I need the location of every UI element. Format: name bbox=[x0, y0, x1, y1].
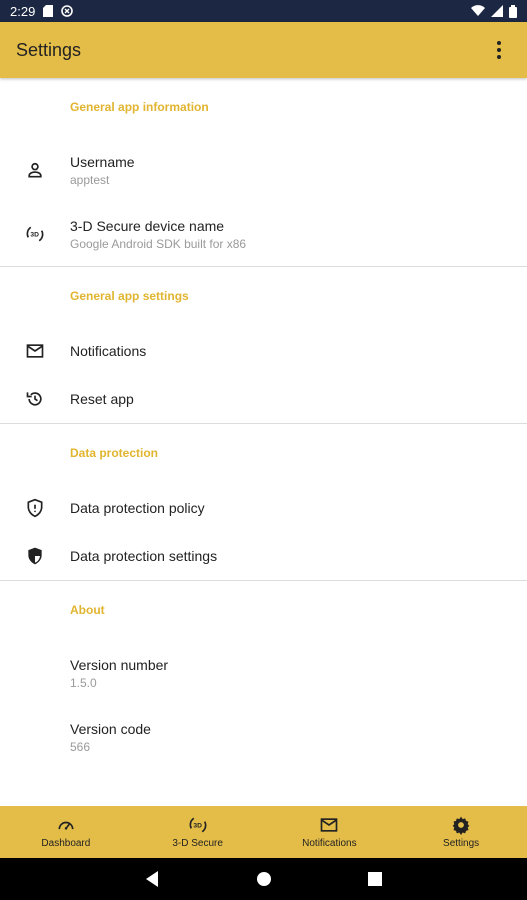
setting-value: apptest bbox=[70, 172, 110, 187]
speedometer-icon bbox=[58, 821, 74, 830]
setting-value: 566 bbox=[70, 739, 91, 754]
wifi-icon bbox=[471, 5, 485, 17]
data-saver-icon bbox=[61, 5, 74, 17]
setting-data-protection-policy[interactable]: Data protection policy bbox=[0, 484, 527, 532]
nav-label: 3-D Secure bbox=[172, 838, 223, 849]
battery-icon bbox=[509, 4, 517, 18]
nav-notifications[interactable]: Notifications bbox=[264, 806, 396, 858]
setting-label: Reset app bbox=[70, 391, 134, 407]
setting-label: 3-D Secure device name bbox=[70, 217, 225, 234]
svg-text:3D: 3D bbox=[193, 823, 202, 830]
back-icon[interactable] bbox=[145, 871, 160, 887]
status-time: 2:29 bbox=[10, 3, 36, 19]
setting-value: 1.5.0 bbox=[70, 675, 97, 690]
setting-version-code: Version code 566 bbox=[0, 705, 527, 769]
setting-label: Username bbox=[70, 153, 135, 170]
signal-icon bbox=[491, 5, 503, 17]
overflow-menu-icon[interactable] bbox=[487, 38, 511, 62]
recents-icon[interactable] bbox=[367, 872, 382, 886]
system-navigation-bar bbox=[0, 858, 527, 900]
nav-dashboard[interactable]: Dashboard bbox=[0, 806, 132, 858]
bottom-navigation: Dashboard 3D 3-D Secure Notifications Se… bbox=[0, 806, 527, 858]
mail-icon bbox=[0, 341, 70, 361]
setting-reset-app[interactable]: Reset app bbox=[0, 375, 527, 423]
gear-icon bbox=[452, 816, 470, 835]
sd-card-icon bbox=[43, 5, 54, 17]
person-icon bbox=[0, 160, 70, 180]
status-bar: 2:29 bbox=[0, 0, 527, 22]
setting-label: Data protection policy bbox=[70, 500, 205, 516]
nav-label: Notifications bbox=[302, 838, 357, 849]
shield-outline-icon bbox=[0, 498, 70, 518]
settings-list: General app information Username apptest… bbox=[0, 78, 527, 806]
svg-text:3D: 3D bbox=[30, 232, 39, 239]
section-header-general-info: General app information bbox=[70, 100, 209, 114]
reset-icon bbox=[0, 389, 70, 409]
page-title: Settings bbox=[16, 39, 82, 60]
mail-icon bbox=[321, 818, 338, 832]
setting-label: Data protection settings bbox=[70, 548, 218, 564]
app-bar: Settings bbox=[0, 22, 527, 78]
nav-settings[interactable]: Settings bbox=[395, 806, 527, 858]
nav-3d-secure[interactable]: 3D 3-D Secure bbox=[132, 806, 264, 858]
3d-secure-icon: 3D bbox=[189, 817, 207, 833]
home-icon[interactable] bbox=[256, 871, 272, 887]
nav-label: Dashboard bbox=[41, 838, 91, 849]
section-header-general-settings: General app settings bbox=[70, 289, 189, 303]
setting-version-number: Version number 1.5.0 bbox=[0, 641, 527, 705]
setting-notifications[interactable]: Notifications bbox=[0, 327, 527, 375]
section-header-about: About bbox=[70, 603, 105, 617]
nav-label: Settings bbox=[443, 838, 480, 849]
setting-label: Version number bbox=[70, 656, 169, 673]
setting-label: Version code bbox=[70, 720, 151, 737]
setting-3d-secure-device-name[interactable]: 3D 3-D Secure device name Google Android… bbox=[0, 202, 527, 266]
section-header-data-protection: Data protection bbox=[70, 446, 159, 460]
setting-username[interactable]: Username apptest bbox=[0, 138, 527, 202]
setting-value: Google Android SDK built for x86 bbox=[70, 236, 247, 251]
shield-filled-icon bbox=[0, 546, 70, 566]
setting-label: Notifications bbox=[70, 343, 147, 359]
3d-secure-icon: 3D bbox=[0, 224, 70, 244]
setting-data-protection-settings[interactable]: Data protection settings bbox=[0, 532, 527, 580]
